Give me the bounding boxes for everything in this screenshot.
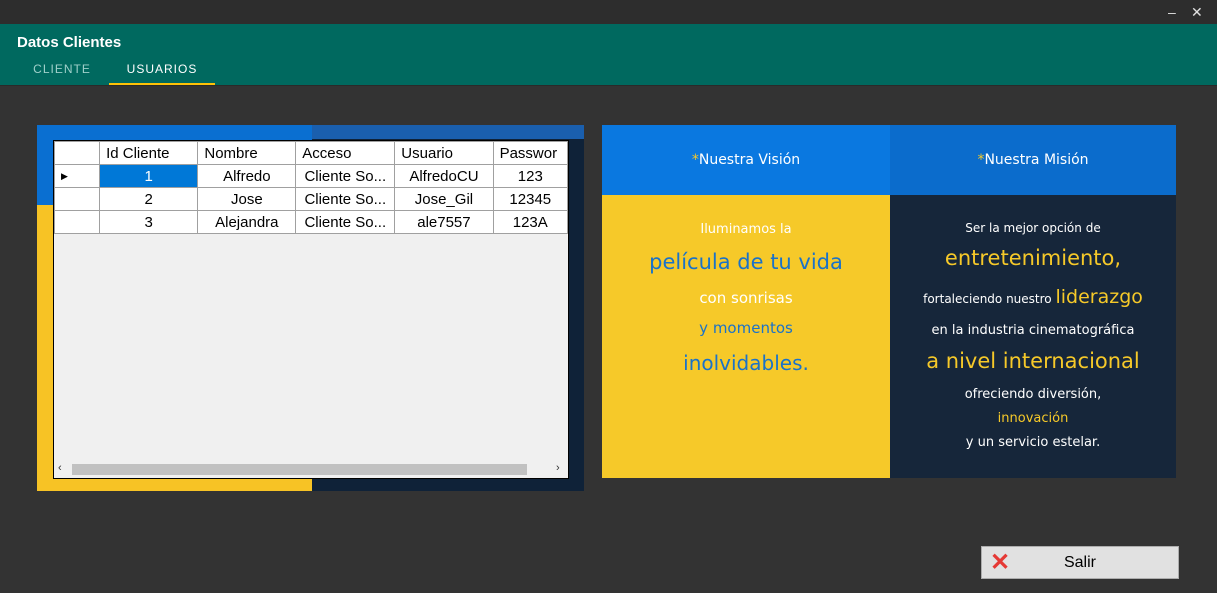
mission-heading: *Nuestra Misión	[977, 152, 1089, 168]
users-data-grid[interactable]: Id Cliente Nombre Acceso Usuario Passwor…	[53, 140, 569, 479]
mission-line: entretenimiento,	[944, 246, 1122, 270]
cell-password[interactable]: 123A	[492, 210, 568, 234]
cell-usuario[interactable]: ale7557	[394, 210, 494, 234]
vision-line: inolvidables.	[683, 351, 809, 375]
column-header-password[interactable]: Passwor	[492, 141, 568, 165]
mission-line: Ser la mejor opción de	[965, 221, 1101, 235]
app-header: Datos Clientes CLIENTE USUARIOS	[0, 24, 1217, 85]
cell-password[interactable]: 123	[492, 164, 568, 188]
vision-line: con sonrisas	[699, 289, 793, 307]
mission-line: a nivel internacional	[926, 349, 1140, 373]
salir-label: Salir	[1063, 554, 1096, 571]
row-header[interactable]	[54, 210, 101, 234]
column-header-usuario[interactable]: Usuario	[394, 141, 494, 165]
cell-password[interactable]: 12345	[492, 187, 568, 211]
scroll-right-icon[interactable]: ›	[556, 462, 560, 474]
cell-nombre[interactable]: Jose	[197, 187, 297, 211]
vision-mission-banner: *Nuestra Visión *Nuestra Misión Iluminam…	[602, 125, 1176, 478]
cell-acceso[interactable]: Cliente So...	[295, 164, 396, 188]
table-row[interactable]: 3 Alejandra Cliente So... ale7557 123A	[54, 210, 568, 234]
tab-cliente[interactable]: CLIENTE	[17, 62, 107, 85]
mission-line: ofreciendo diversión,	[964, 387, 1102, 402]
page-title: Datos Clientes	[17, 34, 122, 51]
current-row-marker-icon: ▶	[54, 164, 101, 188]
mission-line: y un servicio estelar.	[965, 435, 1101, 450]
cell-nombre[interactable]: Alejandra	[197, 210, 297, 234]
scroll-left-icon[interactable]: ‹	[58, 462, 62, 474]
cell-nombre[interactable]: Alfredo	[197, 164, 297, 188]
cell-id[interactable]: 3	[99, 210, 199, 234]
vision-line: Iluminamos la	[700, 222, 792, 237]
cell-id[interactable]: 2	[99, 187, 199, 211]
corner-header-cell	[54, 141, 101, 165]
vision-line: y momentos	[699, 319, 793, 337]
close-window-button[interactable]: ✕	[1191, 3, 1203, 21]
row-header[interactable]	[54, 187, 101, 211]
title-bar: – ✕	[0, 0, 1217, 24]
cell-usuario[interactable]: Jose_Gil	[394, 187, 494, 211]
divider	[0, 85, 1217, 86]
tab-usuarios[interactable]: USUARIOS	[109, 62, 215, 85]
mission-line: innovación	[997, 411, 1069, 426]
salir-button[interactable]: ✕ Salir	[981, 546, 1179, 579]
table-row[interactable]: 2 Jose Cliente So... Jose_Gil 12345	[54, 187, 568, 211]
vision-heading: *Nuestra Visión	[691, 152, 801, 168]
table-row[interactable]: ▶ 1 Alfredo Cliente So... AlfredoCU 123	[54, 164, 568, 188]
grid-header-row: Id Cliente Nombre Acceso Usuario Passwor	[54, 141, 568, 165]
cell-acceso[interactable]: Cliente So...	[295, 210, 396, 234]
column-header-acceso[interactable]: Acceso	[295, 141, 396, 165]
column-header-id[interactable]: Id Cliente	[99, 141, 199, 165]
minimize-button[interactable]: –	[1168, 3, 1176, 21]
cell-acceso[interactable]: Cliente So...	[295, 187, 396, 211]
cell-usuario[interactable]: AlfredoCU	[394, 164, 494, 188]
cell-id[interactable]: 1	[99, 164, 199, 188]
horizontal-scrollbar[interactable]: ‹ ›	[54, 461, 568, 478]
scrollbar-thumb[interactable]	[72, 464, 527, 475]
star-icon: *	[691, 152, 699, 168]
column-header-nombre[interactable]: Nombre	[197, 141, 297, 165]
mission-line: fortaleciendo nuestro liderazgo	[923, 286, 1143, 308]
mission-line: en la industria cinematográfica	[931, 323, 1135, 338]
vision-line: película de tu vida	[649, 250, 843, 274]
